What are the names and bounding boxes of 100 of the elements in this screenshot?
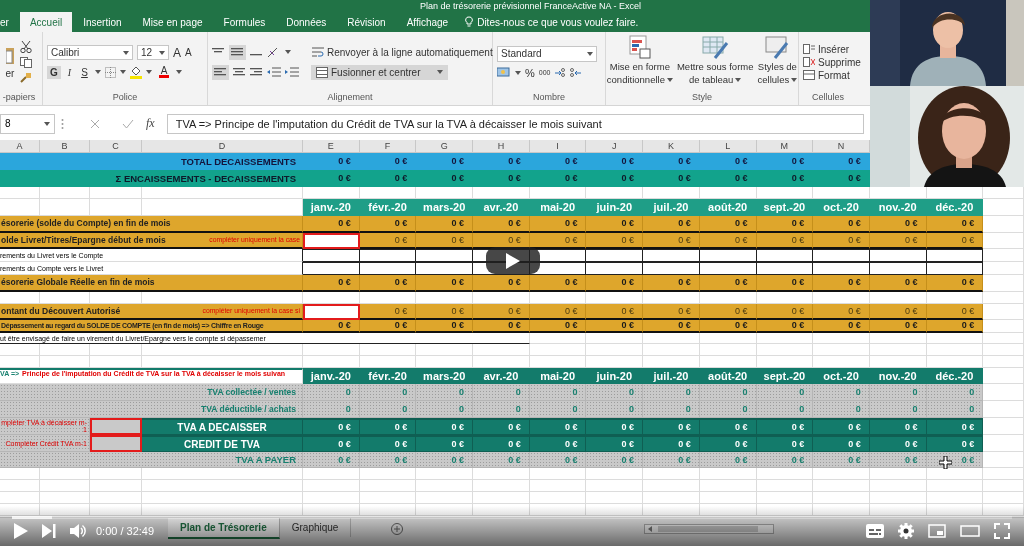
table-cell: 0 € bbox=[869, 216, 927, 233]
row-label: TVA A PAYER bbox=[0, 452, 303, 468]
table-cell: 0 bbox=[869, 401, 927, 418]
group-label: -papiers bbox=[1, 92, 37, 104]
font-color-button[interactable]: A bbox=[155, 65, 173, 79]
table-cell: 0 € bbox=[813, 452, 870, 468]
month-header: nov.-20 bbox=[869, 199, 927, 216]
table-cell: 0 € bbox=[643, 452, 700, 468]
row-label: CREDIT DE TVA bbox=[142, 435, 303, 452]
table-cell: 0 € bbox=[303, 216, 360, 233]
table-cell: 0 € bbox=[416, 275, 474, 292]
cells-button[interactable]: Insérer bbox=[803, 43, 850, 55]
cells-button[interactable]: Format bbox=[803, 69, 850, 81]
sheet-tab[interactable]: Plan de Trésorerie bbox=[168, 518, 280, 539]
month-header: janv.-20 bbox=[303, 368, 360, 384]
table-cell: 0 € bbox=[416, 233, 474, 249]
table-cell: 0 bbox=[416, 384, 474, 401]
month-header: déc.-20 bbox=[926, 368, 984, 384]
month-header: mai-20 bbox=[529, 199, 587, 216]
bold-button[interactable]: G bbox=[47, 65, 61, 79]
group-label: Police bbox=[111, 92, 139, 104]
ribbon-tab[interactable]: er bbox=[0, 12, 19, 32]
table-cell: 0 bbox=[699, 401, 757, 418]
table-cell: 0 bbox=[529, 401, 587, 418]
table-cell: 0 € bbox=[813, 435, 870, 452]
month-header: oct.-20 bbox=[813, 199, 870, 216]
row-label: TOTAL DECAISSEMENTS bbox=[0, 153, 303, 170]
number-format-field[interactable]: Standard bbox=[497, 45, 597, 62]
table-cell: 0 € bbox=[699, 170, 757, 187]
table-cell: 0 € bbox=[756, 170, 814, 187]
table-cell: 0 bbox=[586, 401, 644, 418]
table-cell: 0 € bbox=[303, 435, 360, 452]
table-cell: 0 € bbox=[813, 233, 870, 249]
table-cell: 0 € bbox=[586, 275, 644, 292]
table-cell: 0 € bbox=[643, 233, 700, 249]
month-header: août-20 bbox=[699, 368, 757, 384]
table-cell: 0 € bbox=[473, 233, 530, 249]
table-cell: 0 bbox=[926, 384, 984, 401]
table-cell: 0 € bbox=[699, 435, 757, 452]
table-cell: 0 bbox=[359, 401, 417, 418]
table-cell: 0 bbox=[416, 401, 474, 418]
style-button[interactable]: Mettre sous forme de tableau bbox=[674, 35, 756, 85]
month-header: juil.-20 bbox=[643, 199, 700, 216]
table-cell: 0 € bbox=[416, 418, 474, 435]
table-cell: 0 € bbox=[303, 452, 360, 468]
ribbon-tab[interactable]: Insertion bbox=[73, 12, 132, 32]
month-header: mai-20 bbox=[529, 368, 587, 384]
group-label: Alignement bbox=[326, 92, 374, 104]
cells-button[interactable]: Supprime bbox=[803, 56, 861, 68]
table-cell: 0 bbox=[926, 401, 984, 418]
ribbon-tab[interactable]: Mise en page bbox=[132, 12, 213, 32]
table-cell: 0 € bbox=[303, 170, 360, 187]
row-label: TVA déductible / achats bbox=[0, 401, 303, 418]
table-cell: 0 € bbox=[699, 275, 757, 292]
formula-field[interactable]: TVA => Principe de l'imputation du Crédit de TVA sur la TVA à décaisser le mois suivant bbox=[166, 113, 864, 134]
table-cell: 0 € bbox=[699, 320, 757, 333]
table-cell: 0 € bbox=[473, 452, 530, 468]
table-cell: 0 € bbox=[586, 452, 644, 468]
table-cell: 0 € bbox=[473, 320, 530, 333]
style-button[interactable]: Mise en forme conditionnelle bbox=[604, 35, 675, 85]
table-cell: 0 € bbox=[926, 216, 984, 233]
ribbon-tab[interactable]: Révision bbox=[337, 12, 396, 32]
ribbon-tab[interactable]: Formules bbox=[213, 12, 276, 32]
ribbon-tab[interactable]: Accueil bbox=[19, 12, 73, 32]
table-cell: 0 bbox=[699, 384, 757, 401]
table-cell: 0 € bbox=[529, 435, 587, 452]
percent-button[interactable]: % bbox=[525, 66, 535, 79]
table-cell: 0 € bbox=[869, 418, 927, 435]
underline-button[interactable]: S bbox=[78, 65, 91, 79]
table-cell: 0 € bbox=[529, 418, 587, 435]
row-label: ontant du Découvert Autorisé bbox=[1, 306, 121, 316]
table-cell: 0 € bbox=[699, 304, 757, 320]
function-button[interactable]: fx bbox=[146, 116, 155, 131]
month-header: mars-20 bbox=[416, 199, 474, 216]
search-prompt[interactable]: Dites-nous ce que vous voulez faire. bbox=[477, 16, 639, 28]
ribbon-tab[interactable]: Affichage bbox=[396, 12, 459, 32]
table-cell: 0 € bbox=[869, 304, 927, 320]
shrink-font-button[interactable]: A bbox=[185, 47, 192, 58]
table-cell: 0 € bbox=[416, 452, 474, 468]
style-button[interactable]: Styles de cellules bbox=[755, 35, 800, 85]
font-name-field[interactable]: Calibri bbox=[47, 45, 133, 60]
table-cell: 0 € bbox=[473, 216, 530, 233]
table-cell: 0 € bbox=[473, 275, 530, 292]
italic-button[interactable]: I bbox=[64, 65, 75, 79]
table-cell: 0 € bbox=[813, 153, 870, 170]
month-header: sept.-20 bbox=[756, 368, 814, 384]
grow-font-button[interactable]: A bbox=[173, 45, 181, 60]
row-label: TVA collectée / ventes bbox=[0, 384, 303, 401]
table-cell: 0 € bbox=[643, 320, 700, 333]
wrap-text-button[interactable]: Renvoyer à la ligne automatiquement bbox=[309, 45, 496, 59]
paste-button[interactable]: er bbox=[5, 67, 15, 79]
table-cell: 0 € bbox=[699, 153, 757, 170]
month-header: juil.-20 bbox=[643, 368, 700, 384]
merge-center-button[interactable]: Fusionner et centrer bbox=[311, 64, 448, 80]
ribbon-tab[interactable]: Données bbox=[276, 12, 337, 32]
table-cell: 0 € bbox=[529, 233, 587, 249]
font-size-field[interactable]: 12 bbox=[137, 45, 169, 60]
table-cell: 0 € bbox=[756, 418, 814, 435]
sheet-tab[interactable]: Graphique bbox=[279, 518, 352, 537]
name-box[interactable]: 8 bbox=[0, 113, 55, 134]
